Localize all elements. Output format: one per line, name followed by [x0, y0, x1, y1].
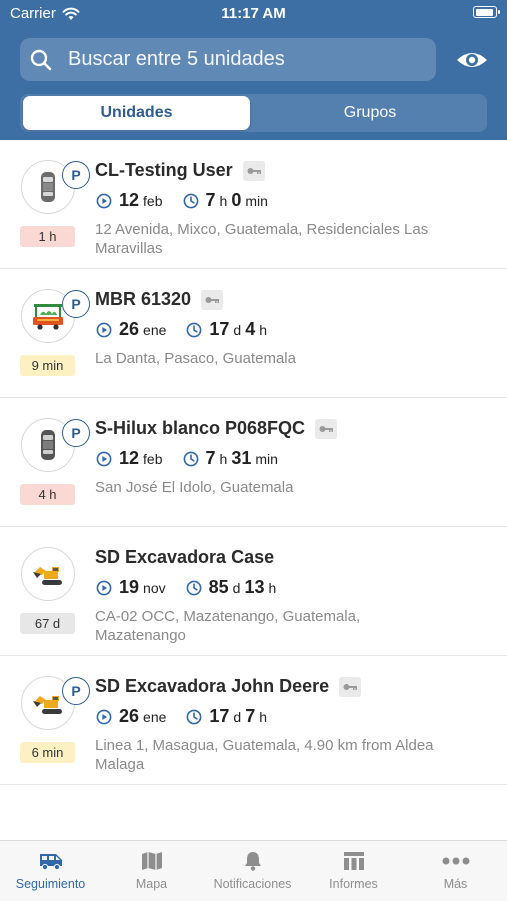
list-item[interactable]: P 6 min SD Excavadora John Deere 26 ene … — [0, 656, 507, 785]
key-icon — [242, 160, 265, 181]
tab-label: Informes — [329, 877, 378, 891]
unit-meta: 26 ene 17 d 4 h — [96, 319, 267, 340]
unit-meta: 12 feb 7 h 31 min — [96, 448, 278, 469]
play-circle-icon — [96, 709, 112, 724]
unit-address: San José El Idolo, Guatemala — [95, 479, 294, 496]
unit-name: S-Hilux blanco P068FQC — [95, 418, 306, 438]
status-badge: 1 h — [20, 226, 75, 247]
unit-address: Linea 1, Masagua, Guatemala, 4.90 km fro… — [95, 737, 434, 773]
parked-badge: P — [62, 677, 90, 705]
key-icon — [201, 289, 224, 310]
play-circle-icon — [96, 451, 112, 466]
status-badge: 67 d — [20, 613, 75, 634]
tab-informes[interactable]: Informes — [303, 851, 404, 891]
key-icon — [315, 418, 338, 439]
tab-label: Seguimiento — [15, 877, 86, 891]
tab-bar: Seguimiento Mapa Notificaciones Informes… — [0, 840, 507, 901]
status-badge: 4 h — [20, 484, 75, 505]
list-item[interactable]: 67 d SD Excavadora Case 19 nov 85 d 13 h… — [0, 527, 507, 656]
clock-icon — [186, 322, 202, 337]
search-icon — [30, 49, 52, 70]
play-circle-icon — [96, 193, 112, 208]
list-item[interactable]: P 1 h CL-Testing User 12 feb 7 h 0 min 1… — [0, 140, 507, 269]
excavator-icon — [21, 547, 75, 601]
map-icon — [141, 852, 162, 870]
unit-name: SD Excavadora John Deere — [95, 676, 330, 696]
tab-label: Notificaciones — [213, 877, 292, 891]
status-badge: 6 min — [20, 742, 75, 763]
tab-unidades[interactable]: Unidades — [23, 96, 250, 130]
parked-badge: P — [62, 419, 90, 447]
eye-icon[interactable] — [455, 45, 489, 75]
list-item[interactable]: P 9 min MBR 61320 26 ene 17 d 4 h La Dan… — [0, 269, 507, 398]
clock-icon — [186, 709, 202, 724]
tab-mas[interactable]: Más — [405, 851, 506, 891]
clock-icon — [186, 580, 202, 595]
header: Carrier 11:17 AM Unidades Grupos — [0, 0, 507, 140]
parked-badge: P — [62, 290, 90, 318]
key-icon — [339, 676, 362, 697]
more-dots-icon — [442, 857, 469, 865]
tab-seguimiento[interactable]: Seguimiento — [0, 851, 101, 891]
tab-label: Mapa — [135, 877, 168, 891]
unit-name: MBR 61320 — [95, 289, 192, 309]
unit-address: 12 Avenida, Mixco, Guatemala, Residencia… — [95, 221, 429, 257]
unit-address: CA-02 OCC, Mazatenango, Guatemala, Mazat… — [95, 608, 361, 644]
play-circle-icon — [96, 580, 112, 595]
tab-mapa[interactable]: Mapa — [101, 851, 202, 891]
status-badge: 9 min — [20, 355, 75, 376]
table-icon — [343, 852, 364, 870]
tab-label: Más — [443, 877, 468, 891]
unit-meta: 19 nov 85 d 13 h — [96, 577, 276, 598]
tab-grupos[interactable]: Grupos — [256, 96, 484, 130]
search-bar[interactable] — [20, 38, 436, 81]
unit-name: CL-Testing User — [95, 160, 233, 180]
bell-icon — [244, 852, 261, 871]
unit-name: SD Excavadora Case — [95, 547, 275, 567]
battery-icon — [473, 6, 500, 18]
play-circle-icon — [96, 322, 112, 337]
segmented-control: Unidades Grupos — [20, 94, 487, 132]
unit-meta: 26 ene 17 d 7 h — [96, 706, 267, 727]
unit-meta: 12 feb 7 h 0 min — [96, 190, 268, 211]
van-icon — [39, 854, 62, 871]
list-item[interactable]: P 4 h S-Hilux blanco P068FQC 12 feb 7 h … — [0, 398, 507, 527]
unit-list: P 1 h CL-Testing User 12 feb 7 h 0 min 1… — [0, 140, 507, 785]
unit-address: La Danta, Pasaco, Guatemala — [95, 350, 296, 367]
clock-icon — [183, 193, 198, 208]
search-input[interactable] — [66, 47, 420, 72]
tab-notificaciones[interactable]: Notificaciones — [202, 851, 303, 891]
clock: 11:17 AM — [221, 5, 286, 22]
clock-icon — [183, 451, 198, 466]
status-bar: Carrier 11:17 AM — [0, 0, 507, 28]
parked-badge: P — [62, 161, 90, 189]
